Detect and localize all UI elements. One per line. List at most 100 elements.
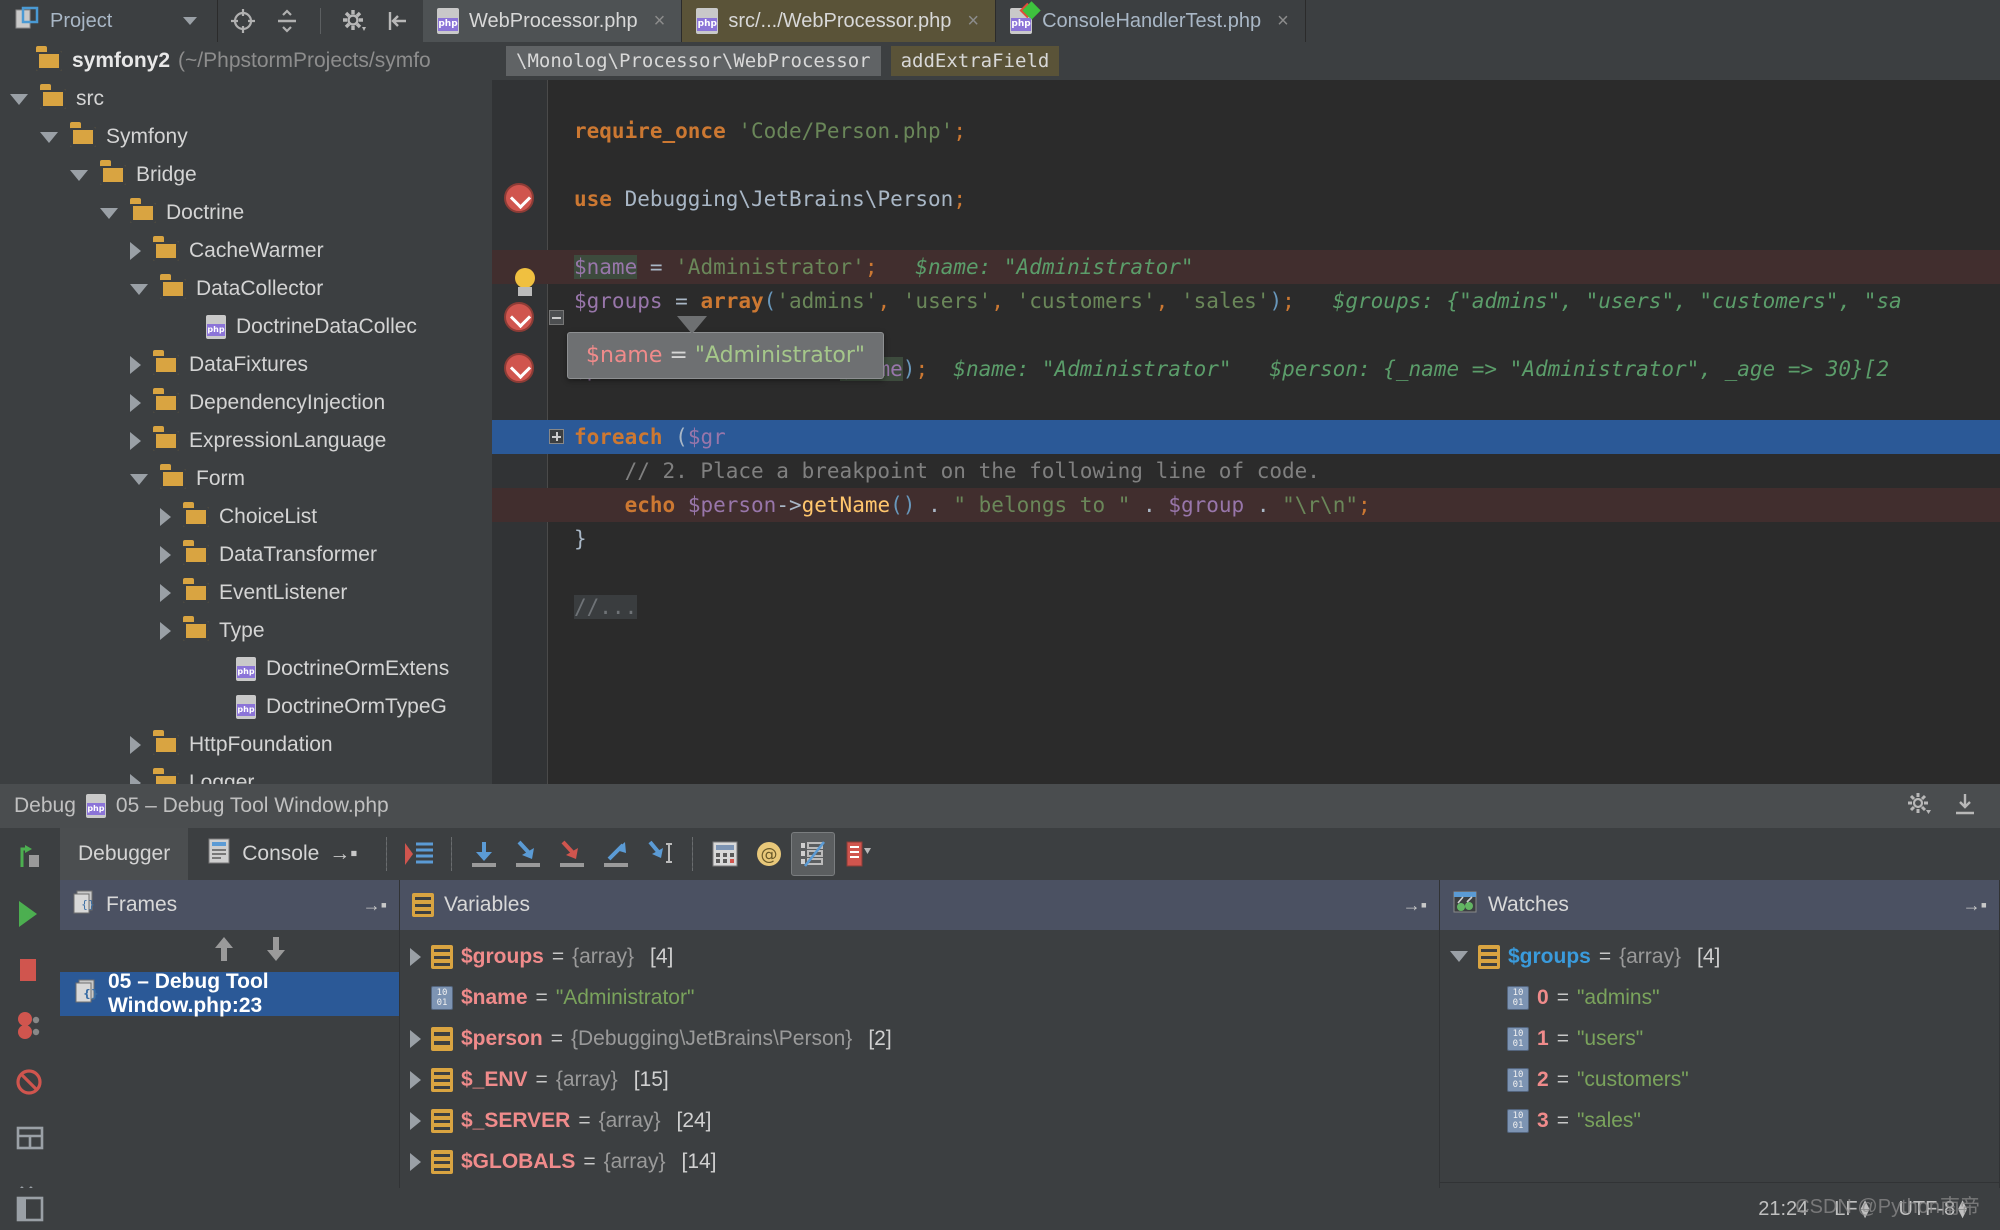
tree-item-doctrineormtypeg[interactable]: DoctrineOrmTypeG [0, 688, 492, 726]
close-icon[interactable]: × [654, 10, 666, 33]
tree-item-bridge[interactable]: Bridge [0, 156, 492, 194]
chevron-down-icon[interactable] [40, 131, 58, 143]
chevron-right-icon[interactable] [410, 1111, 421, 1130]
tree-item-doctrineormextens[interactable]: DoctrineOrmExtens [0, 650, 492, 688]
view-breakpoints-icon[interactable] [12, 1008, 48, 1044]
show-values-inline-icon[interactable] [790, 832, 835, 876]
stop-icon[interactable] [12, 952, 48, 988]
variable-row[interactable]: $groups = {array} [4] [1440, 936, 1999, 977]
code-line[interactable] [492, 556, 2000, 590]
chevron-right-icon[interactable] [410, 1029, 421, 1048]
step-out-icon[interactable] [594, 832, 638, 876]
target-icon[interactable] [228, 6, 258, 36]
collapse-all-icon[interactable] [272, 6, 302, 36]
pin-icon[interactable]: →▪ [363, 895, 387, 916]
tree-item-datafixtures[interactable]: DataFixtures [0, 346, 492, 384]
mute-breakpoints-icon[interactable] [12, 1064, 48, 1100]
chevron-down-icon[interactable] [10, 93, 28, 105]
tab-console[interactable]: Console →▪ [188, 828, 376, 880]
chevron-right-icon[interactable] [160, 622, 171, 640]
chevron-down-icon[interactable] [130, 473, 148, 485]
project-tree-panel[interactable]: symfony2 (~/PhpstormProjects/symfo src Symf… [0, 42, 492, 784]
debug-settings-icon[interactable] [1906, 791, 1932, 822]
tree-item-datatransformer[interactable]: DataTransformer [0, 536, 492, 574]
variable-row[interactable]: 10 01 1 = "users" [1440, 1018, 1999, 1059]
tree-item-expressionlanguage[interactable]: ExpressionLanguage [0, 422, 492, 460]
move-frame-up-icon[interactable] [211, 934, 237, 969]
chevron-down-icon[interactable] [183, 17, 197, 25]
breakpoint-icon[interactable] [504, 353, 534, 383]
code-line[interactable]: //... [492, 590, 2000, 624]
step-over-icon[interactable] [462, 832, 506, 876]
code-line[interactable] [492, 148, 2000, 182]
chevron-right-icon[interactable] [160, 584, 171, 602]
breakpoint-icon[interactable] [504, 302, 534, 332]
tree-item-dependencyinjection[interactable]: DependencyInjection [0, 384, 492, 422]
pin-icon[interactable]: →▪ [1403, 895, 1427, 916]
chevron-down-icon[interactable] [130, 283, 148, 295]
editor-tab-consolehandlertest[interactable]: ConsoleHandlerTest.php × [996, 0, 1306, 42]
breakpoint-icon[interactable] [504, 183, 534, 213]
tree-item-cachewarmer[interactable]: CacheWarmer [0, 232, 492, 270]
chevron-right-icon[interactable] [130, 432, 141, 450]
variable-row[interactable]: $GLOBALS = {array} [14] [400, 1141, 1439, 1182]
debug-settings-icon[interactable] [835, 832, 879, 876]
tab-debugger[interactable]: Debugger [60, 828, 189, 880]
chevron-right-icon[interactable] [160, 508, 171, 526]
at-icon[interactable]: @ [747, 832, 791, 876]
breadcrumb-namespace[interactable]: \Monolog\Processor\WebProcessor [506, 46, 881, 76]
variable-row[interactable]: 10 01 3 = "sales" [1440, 1100, 1999, 1141]
chevron-right-icon[interactable] [160, 546, 171, 564]
chevron-right-icon[interactable] [130, 356, 141, 374]
close-icon[interactable]: × [1277, 10, 1289, 33]
variable-row[interactable]: $_ENV = {array} [15] [400, 1059, 1439, 1100]
tree-item-logger[interactable]: Logger [0, 764, 492, 784]
tree-item-choicelist[interactable]: ChoiceList [0, 498, 492, 536]
code-line[interactable]: $name = 'Administrator'; $name: "Adminis… [492, 250, 2000, 284]
variable-row[interactable]: 10 01 2 = "customers" [1440, 1059, 1999, 1100]
code-line[interactable]: echo $person->getName() . " belongs to "… [492, 488, 2000, 522]
code-line[interactable]: $groups = array('admins', 'users', 'cust… [492, 284, 2000, 318]
code-line[interactable]: } [492, 522, 2000, 556]
chevron-down-icon[interactable] [100, 207, 118, 219]
fold-collapse-icon[interactable] [549, 310, 564, 325]
tree-item-symfony2[interactable]: symfony2 (~/PhpstormProjects/symfo [0, 42, 492, 80]
resume-program-icon[interactable] [12, 896, 48, 932]
gear-icon[interactable] [339, 6, 369, 36]
close-icon[interactable]: × [967, 10, 979, 33]
tree-item-eventlistener[interactable]: EventListener [0, 574, 492, 612]
tree-item-doctrine[interactable]: Doctrine [0, 194, 492, 232]
variable-row[interactable]: $person = {Debugging\JetBrains\Person} [2… [400, 1018, 1439, 1059]
chevron-down-icon[interactable] [70, 169, 88, 181]
move-frame-down-icon[interactable] [263, 934, 289, 969]
show-execution-point-icon[interactable] [397, 832, 441, 876]
code-line[interactable] [492, 386, 2000, 420]
evaluate-expression-icon[interactable] [703, 832, 747, 876]
code-line[interactable]: require_once 'Code/Person.php'; [492, 114, 2000, 148]
code-area[interactable]: require_once 'Code/Person.php'; use Debug… [492, 80, 2000, 784]
frames-pane-body[interactable]: {} 05 – Debug Tool Window.php:23 [60, 930, 400, 1230]
hide-debug-window-icon[interactable] [1952, 791, 1978, 822]
tree-item-symfony[interactable]: Symfony [0, 118, 492, 156]
chevron-right-icon[interactable] [410, 1070, 421, 1089]
code-line[interactable]: foreach ($gr [492, 420, 2000, 454]
chevron-right-icon[interactable] [130, 774, 141, 784]
project-view-selector[interactable]: Project [0, 0, 218, 42]
chevron-down-icon[interactable] [1450, 951, 1468, 962]
chevron-right-icon[interactable] [130, 736, 141, 754]
variables-pane-body[interactable]: $groups = {array} [4] 10 01 $name = "Adminis… [400, 930, 1440, 1230]
rerun-icon[interactable] [12, 840, 48, 876]
chevron-right-icon[interactable] [130, 394, 141, 412]
variable-row[interactable]: $_SERVER = {array} [24] [400, 1100, 1439, 1141]
tree-item-doctrinedatacollec[interactable]: DoctrineDataCollec [0, 308, 492, 346]
tree-item-type[interactable]: Type [0, 612, 492, 650]
chevron-right-icon[interactable] [130, 242, 141, 260]
editor-tab-src-webprocessor[interactable]: src/.../WebProcessor.php × [682, 0, 997, 42]
force-step-into-icon[interactable] [550, 832, 594, 876]
pin-icon[interactable]: →▪ [329, 842, 357, 866]
variable-row[interactable]: $groups = {array} [4] [400, 936, 1439, 977]
hide-panel-icon[interactable] [383, 6, 413, 36]
tree-item-form[interactable]: Form [0, 460, 492, 498]
fold-expand-icon[interactable] [549, 429, 564, 444]
tree-item-src[interactable]: src [0, 80, 492, 118]
